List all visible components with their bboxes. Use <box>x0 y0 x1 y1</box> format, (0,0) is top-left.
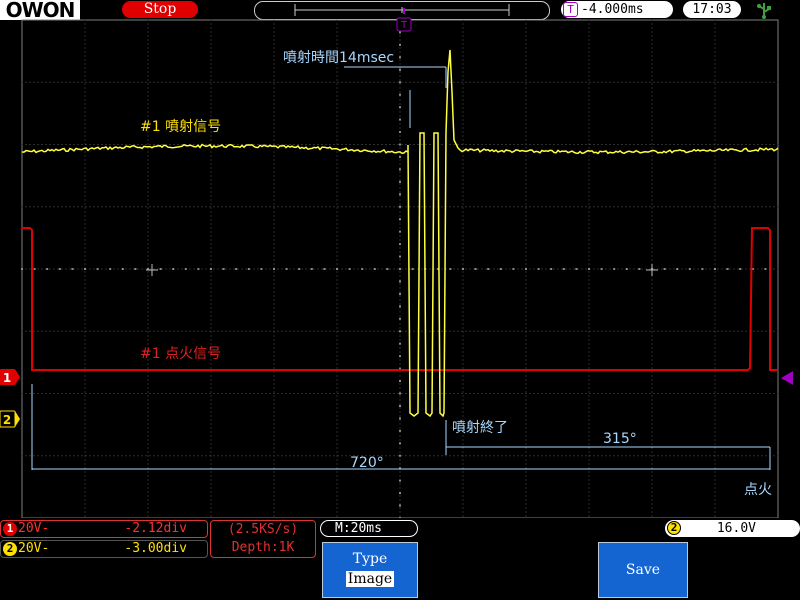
injection-end-label: 噴射終了 <box>452 420 508 436</box>
save-softkey[interactable]: Save <box>598 542 688 598</box>
ch2-marker-label: 2 <box>3 413 11 427</box>
ch2-position: -3.00div <box>124 541 187 556</box>
injection-time-label: 噴射時間14msec <box>283 50 394 66</box>
ch2-yellow-trace <box>21 49 779 418</box>
ch1-signal-label: #1 噴射信号 <box>140 119 221 135</box>
timebase[interactable]: M:20ms <box>320 520 418 537</box>
waveform-display: T 1 2 噴射時間14msec #1 噴射信号 #1 点火信号 噴射終了 31… <box>0 8 793 519</box>
ch1-marker-label: 1 <box>3 371 11 385</box>
graticule-grid <box>21 19 779 519</box>
angle-720-label: 720° <box>350 455 384 471</box>
ch2-volts-div: 20V- <box>18 541 50 556</box>
trigger-level-value: 16.0V <box>716 521 756 536</box>
type-softkey-label: Type <box>352 551 388 567</box>
ch1-settings[interactable]: 1 20V- -2.12div <box>0 520 208 538</box>
ch1-ground-marker[interactable]: 1 <box>0 369 20 385</box>
type-softkey-value: Image <box>345 571 395 587</box>
trigger-source-icon: 2 <box>667 521 681 535</box>
ch2-signal-label: #1 点火信号 <box>140 346 221 362</box>
ch2-icon: 2 <box>3 542 17 556</box>
acquisition-info: (2.5KS/s) Depth:1K <box>210 520 316 558</box>
trigger-level-marker[interactable] <box>781 371 793 385</box>
memory-depth: Depth:1K <box>231 540 295 555</box>
ch1-volts-div: 20V- <box>18 521 50 536</box>
type-softkey[interactable]: Type Image <box>322 542 418 598</box>
ch2-settings[interactable]: 2 20V- -3.00div <box>0 540 208 558</box>
ch2-ground-marker[interactable]: 2 <box>0 410 20 428</box>
trigger-level-info[interactable]: 2 16.0V <box>665 520 800 537</box>
ch1-position: -2.12div <box>124 521 187 536</box>
ch1-icon: 1 <box>3 522 17 536</box>
angle-315-label: 315° <box>603 431 637 447</box>
trigger-position-marker: T <box>396 8 412 32</box>
ch1-red-trace <box>22 227 778 371</box>
sample-rate: (2.5KS/s) <box>227 522 299 537</box>
trigger-position-label: T <box>400 20 408 31</box>
ignition-label: 点火 <box>744 482 772 498</box>
